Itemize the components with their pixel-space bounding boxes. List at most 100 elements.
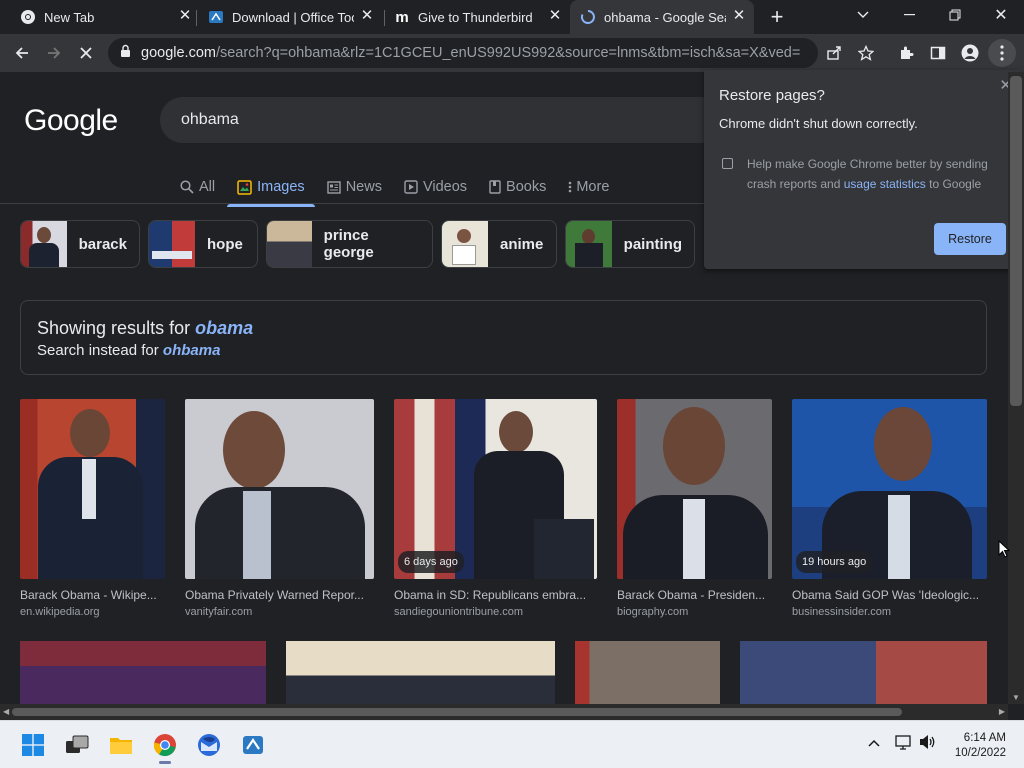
chrome-taskbar-icon[interactable] — [149, 729, 181, 764]
menu-icon[interactable] — [988, 39, 1016, 67]
usage-stats-checkbox[interactable] — [722, 158, 733, 169]
result-caption: Barack Obama - Presiden... — [617, 588, 766, 602]
image-result[interactable] — [20, 641, 266, 704]
scroll-left-icon[interactable]: ◀ — [3, 707, 9, 716]
original-query-link[interactable]: ohbama — [163, 342, 221, 359]
image-result[interactable]: Obama Privately Warned Repor... vanityfa… — [185, 399, 374, 618]
result-badge: 19 hours ago — [796, 551, 873, 573]
chip-label: anime — [500, 235, 544, 253]
horizontal-scroll-thumb[interactable] — [12, 708, 902, 716]
result-badge: 6 days ago — [398, 551, 464, 573]
tab-label: All — [199, 179, 216, 195]
forward-icon[interactable] — [40, 39, 68, 67]
clock-date: 10/2/2022 — [954, 747, 1006, 759]
side-panel-icon[interactable] — [924, 39, 952, 67]
tab-thunderbird[interactable]: m Give to Thunderbird | G ✕ — [386, 0, 570, 34]
chip-thumbnail — [149, 221, 195, 267]
search-instead-line: Search instead for ohbama — [37, 342, 970, 359]
book-icon — [489, 180, 501, 194]
show-hidden-icons-chevron-icon[interactable] — [868, 735, 880, 750]
result-image[interactable] — [185, 399, 374, 579]
address-bar[interactable]: google.com/search?q=ohbama&rlz=1C1GCEU_e… — [108, 38, 818, 68]
volume-icon[interactable] — [919, 734, 937, 753]
stop-loading-icon[interactable] — [72, 39, 100, 67]
profile-icon[interactable] — [956, 39, 984, 67]
network-icon[interactable] — [895, 734, 913, 753]
close-window-button[interactable]: ✕ — [978, 0, 1024, 30]
news-icon — [326, 180, 341, 194]
dialog-title: Restore pages? — [719, 87, 825, 104]
tab-all[interactable]: All — [180, 170, 215, 204]
chip-anime[interactable]: anime — [441, 220, 557, 268]
google-logo[interactable]: Google — [24, 104, 118, 138]
horizontal-scrollbar[interactable]: ◀ ▶ — [0, 704, 1008, 720]
tab-more[interactable]: More — [568, 170, 609, 204]
tab-title: Download | Office Tool — [232, 9, 354, 25]
image-result[interactable]: 19 hours ago Obama Said GOP Was 'Ideolog… — [792, 399, 987, 618]
tab-images[interactable]: Images — [227, 170, 315, 207]
showing-prefix: Showing results for — [37, 318, 191, 338]
video-icon — [404, 180, 418, 194]
result-source: sandiegouniontribune.com — [394, 606, 524, 618]
image-result[interactable] — [286, 641, 555, 704]
m-icon: m — [395, 8, 409, 26]
result-source: vanityfair.com — [185, 606, 253, 618]
image-result[interactable] — [575, 641, 720, 704]
scroll-right-icon[interactable]: ▶ — [999, 707, 1005, 716]
tab-strip: New Tab ✕ Download | Office Tool ✕ m Giv… — [0, 0, 1024, 34]
windows-start-icon[interactable] — [17, 729, 49, 761]
result-image[interactable] — [20, 399, 165, 579]
close-tab-icon[interactable]: ✕ — [732, 8, 746, 23]
chip-thumbnail — [21, 221, 67, 267]
result-source: biography.com — [617, 606, 689, 618]
close-tab-icon[interactable]: ✕ — [178, 8, 192, 23]
chip-painting[interactable]: painting — [565, 220, 695, 268]
corrected-query-link[interactable]: obama — [195, 318, 253, 338]
tab-videos[interactable]: Videos — [404, 170, 467, 204]
chrome-icon — [20, 9, 36, 25]
image-result[interactable]: 6 days ago Obama in SD: Republicans embr… — [394, 399, 597, 618]
share-icon[interactable] — [820, 39, 848, 67]
image-result[interactable]: Barack Obama - Wikipe... en.wikipedia.or… — [20, 399, 165, 618]
restore-button[interactable]: Restore — [934, 223, 1006, 255]
chip-thumbnail — [267, 221, 312, 267]
scroll-down-icon[interactable]: ▼ — [1012, 693, 1020, 702]
tab-news[interactable]: News — [326, 170, 382, 204]
tab-books[interactable]: Books — [489, 170, 546, 204]
result-image[interactable]: 19 hours ago — [792, 399, 987, 579]
vertical-scrollbar[interactable]: ▼ — [1008, 72, 1024, 704]
tab-office-tool[interactable]: Download | Office Tool ✕ — [198, 0, 382, 34]
result-image[interactable] — [617, 399, 772, 579]
image-result[interactable]: Barack Obama - Presiden... biography.com — [617, 399, 772, 618]
tab-search-icon[interactable] — [840, 0, 886, 30]
thunderbird-icon[interactable] — [193, 729, 225, 761]
bookmark-star-icon[interactable] — [852, 39, 880, 67]
taskbar-clock[interactable]: 6:14 AM 10/2/2022 — [955, 731, 1006, 761]
back-icon[interactable] — [8, 39, 36, 67]
file-explorer-icon[interactable] — [105, 729, 137, 761]
chip-prince-george[interactable]: prince george — [266, 220, 433, 268]
minimize-button[interactable] — [886, 0, 932, 30]
office-tool-taskbar-icon[interactable] — [237, 729, 269, 761]
checkbox-label: Help make Google Chrome better by sendin… — [747, 154, 1007, 194]
task-view-icon[interactable] — [61, 729, 93, 761]
lock-icon[interactable] — [120, 44, 131, 62]
extensions-icon[interactable] — [892, 39, 920, 67]
vertical-scroll-thumb[interactable] — [1010, 76, 1022, 406]
tab-new-tab[interactable]: New Tab ✕ — [10, 0, 200, 34]
restore-window-button[interactable] — [932, 0, 978, 30]
chip-label: hope — [207, 235, 243, 253]
usage-statistics-link[interactable]: usage statistics — [844, 177, 926, 191]
search-input[interactable]: ohbama — [160, 97, 780, 143]
close-tab-icon[interactable]: ✕ — [548, 8, 562, 23]
image-result[interactable] — [740, 641, 987, 704]
tab-ohbama-search[interactable]: ohbama - Google Sear ✕ — [570, 0, 754, 34]
close-tab-icon[interactable]: ✕ — [360, 8, 374, 23]
tab-label: Videos — [422, 179, 468, 195]
chip-hope[interactable]: hope — [148, 220, 258, 268]
chip-barack[interactable]: barack — [20, 220, 140, 268]
more-vert-icon — [568, 181, 572, 193]
result-image[interactable]: 6 days ago — [394, 399, 597, 579]
new-tab-button[interactable]: + — [755, 0, 799, 34]
chip-thumbnail — [442, 221, 488, 267]
